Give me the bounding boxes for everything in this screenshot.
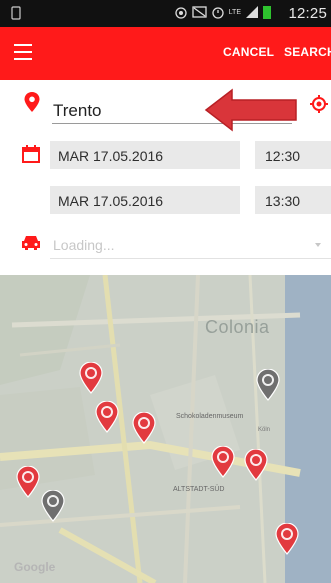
dropdown-caret-icon <box>315 243 321 247</box>
map-marker-icon[interactable] <box>211 445 235 483</box>
cancel-button[interactable]: CANCEL <box>223 45 274 59</box>
alarm-icon <box>212 7 224 19</box>
map-marker-icon[interactable] <box>256 368 280 406</box>
map-city-label: Köln <box>258 427 271 433</box>
map-marker-icon[interactable] <box>244 448 268 486</box>
start-time-field[interactable]: 12:30 <box>255 141 331 169</box>
map-marker-icon[interactable] <box>95 400 119 438</box>
app-bar: CANCEL SEARCH <box>0 27 331 80</box>
map-poi-label: Schokoladenmuseum <box>176 413 244 420</box>
end-time-field[interactable]: 13:30 <box>255 186 331 214</box>
clock: 12:25 <box>288 5 327 22</box>
hamburger-menu-icon[interactable] <box>14 44 32 60</box>
map-marker-icon[interactable] <box>275 522 299 560</box>
map-marker-icon[interactable] <box>132 411 156 449</box>
car-icon <box>22 236 40 250</box>
start-date-field[interactable]: MAR 17.05.2016 <box>50 141 240 169</box>
mute-icon <box>192 6 207 18</box>
search-form: MAR 17.05.2016 12:30 MAR 17.05.2016 13:3… <box>0 80 331 275</box>
vehicle-type-select[interactable]: Loading... <box>50 229 331 259</box>
calendar-icon <box>22 145 40 163</box>
wifi-icon <box>175 7 187 19</box>
map-view[interactable]: Colonia Schokoladenmuseum ALTSTADT-SÜD K… <box>0 275 331 583</box>
map-area-label: ALTSTADT-SÜD <box>173 486 225 493</box>
status-bar: LTE 12:25 <box>0 0 331 27</box>
battery-icon <box>263 6 271 19</box>
location-pin-icon <box>24 92 40 112</box>
gps-locate-icon[interactable] <box>310 95 328 113</box>
map-marker-icon[interactable] <box>16 465 40 503</box>
map-marker-icon[interactable] <box>41 489 65 527</box>
network-type: LTE <box>228 8 241 16</box>
status-icons: LTE <box>174 5 271 19</box>
end-date-field[interactable]: MAR 17.05.2016 <box>50 186 240 214</box>
map-marker-icon[interactable] <box>79 361 103 399</box>
google-logo: Google <box>14 560 56 574</box>
vehicle-select-placeholder: Loading... <box>53 237 115 253</box>
map-district-label: Colonia <box>205 317 270 337</box>
arrow-left-icon <box>204 88 297 132</box>
search-button[interactable]: SEARCH <box>284 45 331 59</box>
notification-icon <box>11 6 21 20</box>
signal-icon <box>246 6 258 18</box>
